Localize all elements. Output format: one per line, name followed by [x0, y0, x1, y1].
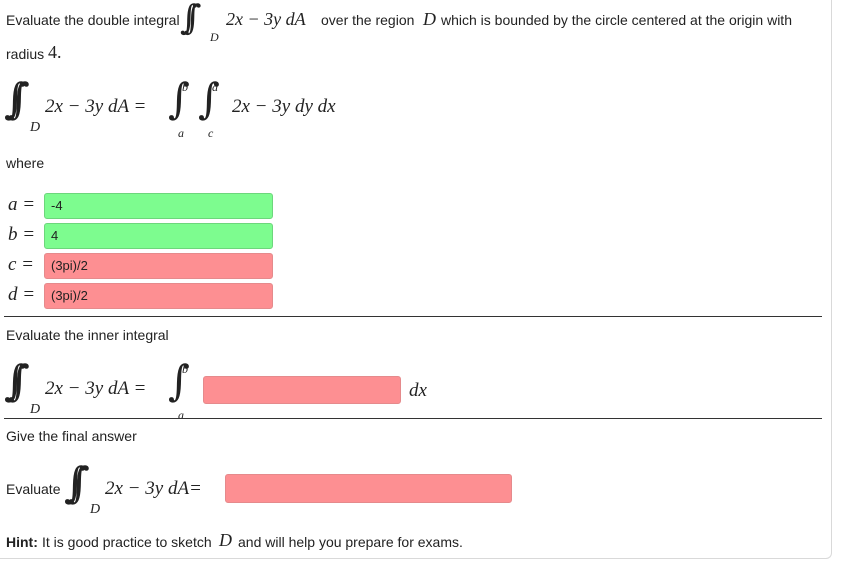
double-integral-icon: ∫∫ — [4, 74, 29, 123]
region-subscript: D — [30, 120, 41, 135]
inner-upper-limit: b — [182, 362, 188, 376]
where-label: where — [6, 155, 45, 171]
section-divider — [4, 316, 822, 317]
double-integral-icon: ∫∫ — [64, 458, 89, 507]
hint-label: Hint: — [6, 534, 38, 550]
radius-label: radius — [6, 46, 45, 62]
hint-text-before: It is good practice to sketch — [42, 534, 212, 550]
double-integral-icon: ∫∫ — [4, 356, 29, 405]
inner-lower-limit: a — [178, 408, 184, 422]
double-integral-icon: ∫∫ — [180, 0, 202, 38]
intro-middle: over the region — [321, 12, 415, 28]
intro-integrand: 2x − 3y dA — [226, 9, 306, 29]
inner-lower-limit: c — [208, 126, 214, 140]
limit-c-input[interactable]: (3pi)/2 — [44, 253, 273, 279]
section-divider — [4, 418, 822, 419]
inner-differential: dx — [409, 380, 427, 401]
final-answer-input[interactable] — [225, 474, 512, 503]
inner-lhs: 2x − 3y dA = — [45, 378, 147, 399]
limit-d-input[interactable]: (3pi)/2 — [44, 283, 273, 309]
limit-d-label: d = — [8, 284, 36, 305]
limit-c-label: c = — [8, 254, 35, 275]
limit-b-label: b = — [8, 224, 36, 245]
outer-lower-limit: a — [178, 126, 184, 140]
region-subscript: D — [90, 502, 101, 517]
radius-value: 4. — [48, 42, 62, 62]
limit-a-input[interactable]: -4 — [44, 193, 273, 219]
intro-region: D — [423, 9, 436, 29]
inner-answer-input[interactable] — [203, 376, 401, 404]
final-heading: Give the final answer — [6, 428, 137, 444]
intro-suffix: which is bounded by the circle centered … — [441, 12, 792, 28]
setup-lhs: 2x − 3y dA = — [45, 96, 147, 117]
final-expression: 2x − 3y dA= — [105, 478, 202, 499]
region-subscript: D — [30, 402, 41, 417]
outer-upper-limit: b — [182, 80, 188, 94]
hint-text-after: and will help you prepare for exams. — [238, 534, 463, 550]
hint-region: D — [219, 530, 232, 550]
region-subscript: D — [210, 30, 219, 44]
setup-rhs: 2x − 3y dy dx — [232, 96, 336, 117]
limit-a-label: a = — [8, 194, 36, 215]
inner-heading: Evaluate the inner integral — [6, 327, 169, 343]
limit-b-input[interactable]: 4 — [44, 223, 273, 249]
intro-prefix: Evaluate the double integral — [6, 12, 180, 28]
evaluate-label: Evaluate — [6, 481, 61, 497]
inner-upper-limit: d — [212, 80, 218, 94]
